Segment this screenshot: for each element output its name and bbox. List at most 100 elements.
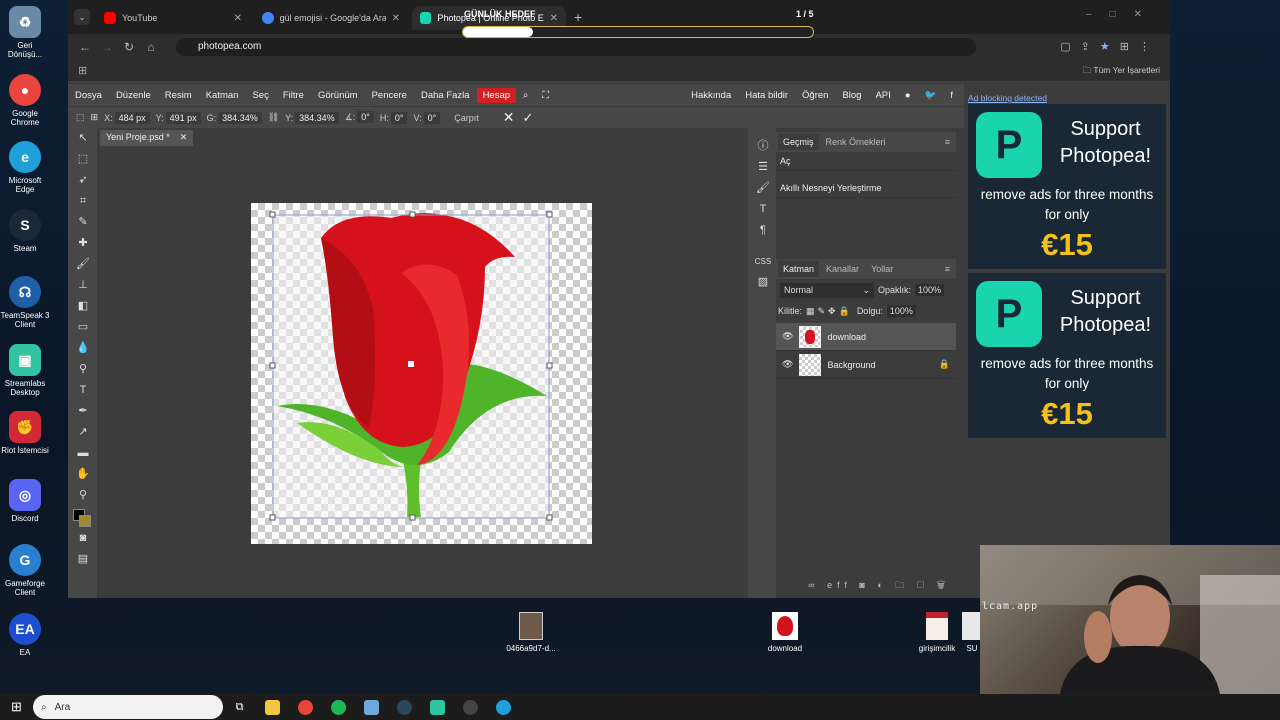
- history-item[interactable]: Aç: [776, 152, 956, 171]
- color-swatches[interactable]: [68, 506, 98, 528]
- tab-youtube[interactable]: YouTube ✕: [96, 6, 250, 30]
- character-icon[interactable]: T: [748, 199, 778, 220]
- menu-filter[interactable]: Filtre: [276, 90, 311, 101]
- hand-tool-icon[interactable]: ✋: [68, 464, 98, 485]
- adjustments-icon[interactable]: ☰: [748, 157, 778, 178]
- menu-view[interactable]: Görünüm: [311, 90, 365, 101]
- y-value[interactable]: 491 px: [165, 111, 201, 124]
- link-about[interactable]: Hakkında: [684, 90, 738, 101]
- marquee-tool-icon[interactable]: ⬚: [68, 149, 98, 170]
- layer-row-download[interactable]: 👁 download: [776, 323, 956, 351]
- ad-banner[interactable]: P Support Photopea! remove ads for three…: [968, 273, 1166, 438]
- pen-tool-icon[interactable]: ✒: [68, 401, 98, 422]
- taskbar-edge[interactable]: [487, 694, 520, 720]
- reference-point-icon[interactable]: ⊞: [91, 112, 99, 123]
- x-field[interactable]: X: 484 px: [104, 111, 150, 124]
- brush-tool-icon[interactable]: 🖌: [68, 254, 98, 275]
- info-icon[interactable]: ⓘ: [748, 136, 778, 157]
- dodge-tool-icon[interactable]: ⚲: [68, 359, 98, 380]
- css-icon[interactable]: CSS: [748, 251, 778, 272]
- background-color-swatch[interactable]: [79, 515, 91, 527]
- start-button[interactable]: ⊞: [0, 694, 33, 720]
- healing-tool-icon[interactable]: ✚: [68, 233, 98, 254]
- desktop-icon-steam[interactable]: S Steam: [0, 209, 50, 253]
- tab-history[interactable]: Geçmiş: [778, 134, 819, 150]
- close-icon[interactable]: ✕: [392, 13, 400, 24]
- hskew-field[interactable]: H: 0°: [380, 111, 408, 124]
- type-tool-icon[interactable]: T: [68, 380, 98, 401]
- desktop-icon-edge[interactable]: e Microsoft Edge: [0, 141, 50, 194]
- window-controls[interactable]: –□✕: [1086, 9, 1160, 20]
- eraser-tool-icon[interactable]: ◧: [68, 296, 98, 317]
- taskbar-search[interactable]: ⌕ Ara: [33, 695, 223, 719]
- height-value[interactable]: 384.34%: [295, 111, 339, 124]
- taskbar-explorer[interactable]: [256, 694, 289, 720]
- new-tab-button[interactable]: +: [574, 9, 582, 25]
- menu-window[interactable]: Pencere: [365, 90, 414, 101]
- desktop-icon-streamlabs[interactable]: ▣ Streamlabs Desktop: [0, 344, 50, 397]
- brush-settings-icon[interactable]: 🖌: [748, 178, 778, 199]
- tab-channels[interactable]: Kanallar: [821, 261, 864, 277]
- history-item[interactable]: Akıllı Nesneyi Yerleştirme: [776, 179, 956, 198]
- menu-select[interactable]: Seç: [245, 90, 275, 101]
- hskew-value[interactable]: 0°: [390, 111, 408, 124]
- taskbar-steam[interactable]: [388, 694, 421, 720]
- tab-swatches[interactable]: Renk Örnekleri: [821, 134, 891, 150]
- search-icon[interactable]: ⌕: [516, 90, 535, 101]
- desktop-icon-chrome[interactable]: ● Google Chrome: [0, 74, 50, 127]
- eye-icon[interactable]: 👁: [782, 331, 793, 342]
- panel-menu-icon[interactable]: ≡: [945, 264, 950, 274]
- quick-mask-icon[interactable]: ◙: [68, 528, 98, 549]
- eyedropper-tool-icon[interactable]: ✎: [68, 212, 98, 233]
- opacity-value[interactable]: 100%: [915, 284, 945, 296]
- width-value[interactable]: 384.34%: [218, 111, 262, 124]
- tab-search-button[interactable]: ⌄: [74, 9, 90, 25]
- back-icon[interactable]: ←: [74, 40, 96, 54]
- layer-actions[interactable]: ∞ eff ◙ ◐ 🗀 ▢ 🗑: [808, 578, 950, 594]
- desktop-icon-gameforge[interactable]: G Gameforge Client: [0, 544, 50, 597]
- url-field[interactable]: photopea.com: [176, 38, 976, 56]
- blur-tool-icon[interactable]: 💧: [68, 338, 98, 359]
- eye-icon[interactable]: 👁: [782, 359, 793, 370]
- cancel-transform-icon[interactable]: ✕: [503, 109, 515, 126]
- width-field[interactable]: G: 384.34%: [207, 111, 262, 124]
- y-field[interactable]: Y: 491 px: [156, 111, 201, 124]
- image-icon[interactable]: ▨: [748, 272, 778, 293]
- gradient-tool-icon[interactable]: ▭: [68, 317, 98, 338]
- bookmark-star-icon[interactable]: ★: [1100, 41, 1120, 53]
- tab-paths[interactable]: Yollar: [866, 261, 898, 277]
- task-view-button[interactable]: ⧉: [223, 694, 256, 720]
- screen-mode-icon[interactable]: ▤: [68, 549, 98, 570]
- menu-layer[interactable]: Katman: [199, 90, 246, 101]
- lasso-tool-icon[interactable]: ➶: [68, 170, 98, 191]
- crop-tool-icon[interactable]: ⌗: [68, 191, 98, 212]
- menu-more[interactable]: Daha Fazla: [414, 90, 477, 101]
- menu-file[interactable]: Dosya: [68, 90, 109, 101]
- desktop-icon-teamspeak[interactable]: ☊ TeamSpeak 3 Client: [0, 276, 50, 329]
- desktop-icon-discord[interactable]: ◎ Discord: [0, 479, 50, 523]
- document-canvas[interactable]: [251, 203, 592, 544]
- vskew-field[interactable]: V: 0°: [413, 111, 441, 124]
- fill-value[interactable]: 100%: [886, 305, 916, 317]
- menu-image[interactable]: Resim: [158, 90, 199, 101]
- shape-tool-icon[interactable]: ▬: [68, 443, 98, 464]
- paragraph-icon[interactable]: ¶: [748, 220, 778, 241]
- all-bookmarks[interactable]: 🗀 Tüm Yer İşaretleri: [1083, 65, 1160, 79]
- ad-blocking-link[interactable]: Ad blocking detected: [968, 93, 1047, 103]
- link-report-bug[interactable]: Hata bildir: [738, 90, 795, 101]
- vskew-value[interactable]: 0°: [423, 111, 441, 124]
- reddit-icon[interactable]: ●: [898, 90, 918, 101]
- path-select-tool-icon[interactable]: ↗: [68, 422, 98, 443]
- desktop-file-download[interactable]: download: [745, 612, 825, 653]
- x-value[interactable]: 484 px: [114, 111, 150, 124]
- fullscreen-icon[interactable]: ⛶: [535, 90, 556, 101]
- close-icon[interactable]: ✕: [180, 132, 188, 144]
- taskbar-app[interactable]: [355, 694, 388, 720]
- taskbar-streamlabs[interactable]: [421, 694, 454, 720]
- stamp-tool-icon[interactable]: ⊥: [68, 275, 98, 296]
- forward-icon[interactable]: →: [96, 40, 118, 54]
- confirm-transform-icon[interactable]: ✓: [523, 110, 534, 126]
- menu-edit[interactable]: Düzenle: [109, 90, 158, 101]
- move-tool-icon[interactable]: ↖: [68, 128, 98, 149]
- home-icon[interactable]: ⌂: [140, 40, 162, 54]
